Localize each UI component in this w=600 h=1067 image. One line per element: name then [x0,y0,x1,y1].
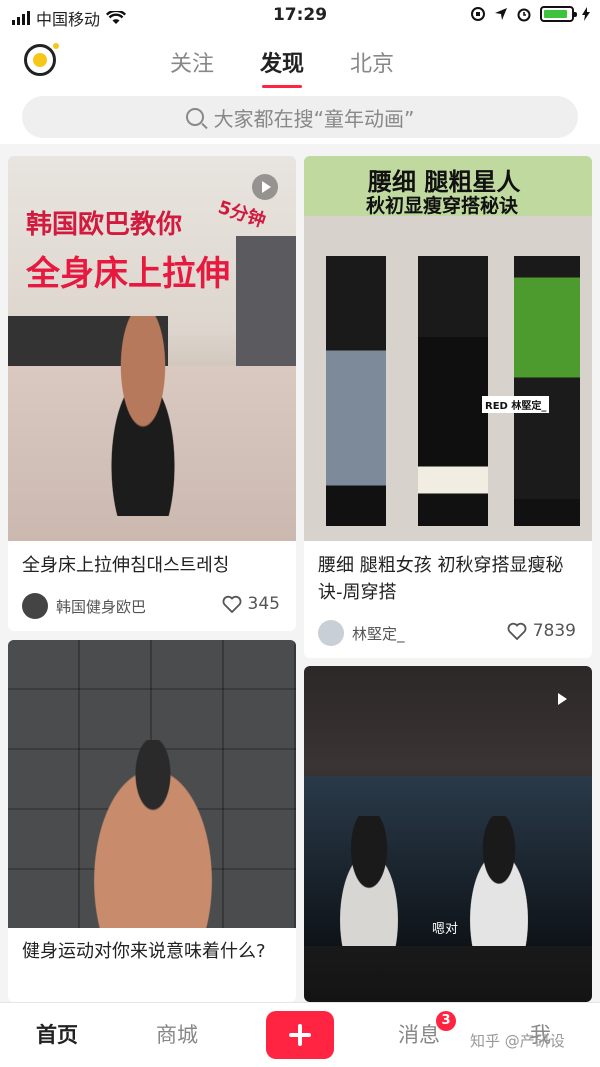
card-thumbnail: 腰细 腿粗星人 秋初显瘦穿搭秘诀 RED 林堅定_ [304,156,592,541]
passenger-left [324,816,414,946]
video-subtitle: 嗯对 [432,922,459,937]
search-bar[interactable]: 大家都在搜“童年动画” [22,96,578,138]
overlay-line-2: 全身床上拉伸 [26,254,230,294]
like-count: 345 [247,594,280,614]
play-icon [548,686,574,712]
card-title: 腰细 腿粗女孩 初秋穿搭显瘦秘诀-周穿搭 [318,555,564,603]
person-figure [78,740,228,928]
driver-right [454,816,544,946]
card-author[interactable]: 韩国健身欧巴 [22,593,146,619]
avatar [318,620,344,646]
heart-icon [222,595,242,614]
model-3 [514,256,580,526]
card-thumbnail: 嗯对 [304,666,592,1002]
card-thumbnail [8,640,296,928]
overlay-line-2: 秋初显瘦穿搭秘诀 [366,195,519,217]
card-title: 健身运动对你来说意味着什么? [22,941,266,962]
rotation-lock-icon [471,7,485,21]
location-icon [495,8,507,20]
card-thumbnail: 韩国欧巴教你 全身床上拉伸 5分钟 [8,156,296,541]
like-count: 7839 [532,621,576,641]
tab-following[interactable]: 关注 [170,46,214,78]
tab-discover[interactable]: 发现 [260,46,304,88]
overlay-tag: RED 林堅定_ [482,396,550,413]
search-placeholder: 大家都在搜“童年动画” [213,106,415,131]
tab-beijing[interactable]: 北京 [350,46,394,78]
nav-mall[interactable]: 商城 [156,1019,198,1049]
nav-messages[interactable]: 消息 [398,1019,440,1049]
like-button[interactable]: 345 [222,594,280,614]
app-logo-icon[interactable] [24,43,59,76]
card-author[interactable]: 林堅定_ [318,620,405,646]
play-icon [252,174,278,200]
feed-card[interactable]: 腰细 腿粗星人 秋初显瘦穿搭秘诀 RED 林堅定_ 腰细 腿粗女孩 初秋穿搭显瘦… [304,156,592,658]
header: 关注 发现 北京 大家都在搜“童年动画” [0,32,600,144]
avatar [22,593,48,619]
model-1 [326,256,386,526]
author-name: 韩国健身欧巴 [56,597,147,616]
message-badge: 3 [436,1011,456,1031]
status-bar: 中国移动 17:29 [0,0,600,32]
charging-icon [582,7,590,21]
person-figure [88,316,198,516]
model-2 [418,256,488,526]
top-tabs: 关注 发现 北京 [170,46,394,88]
overlay-line-1: 韩国欧巴教你 [26,210,183,240]
watermark: 知乎 @产研设 [470,1032,565,1050]
battery-icon [540,6,577,22]
search-icon [185,108,204,126]
status-icons [470,6,590,22]
heart-icon [507,622,527,641]
add-post-button[interactable] [266,1011,334,1059]
feed-card[interactable]: 健身运动对你来说意味着什么? [8,640,296,1002]
author-name: 林堅定_ [352,624,405,643]
card-title: 全身床上拉伸침대스트레칭 [22,555,230,576]
alarm-icon [517,8,531,22]
feed-card[interactable]: 嗯对 [304,666,592,1002]
like-button[interactable]: 7839 [507,621,576,641]
feed-card[interactable]: 韩国欧巴教你 全身床上拉伸 5分钟 全身床上拉伸침대스트레칭 韩国健身欧巴 34… [8,156,296,631]
nav-home[interactable]: 首页 [36,1019,78,1049]
